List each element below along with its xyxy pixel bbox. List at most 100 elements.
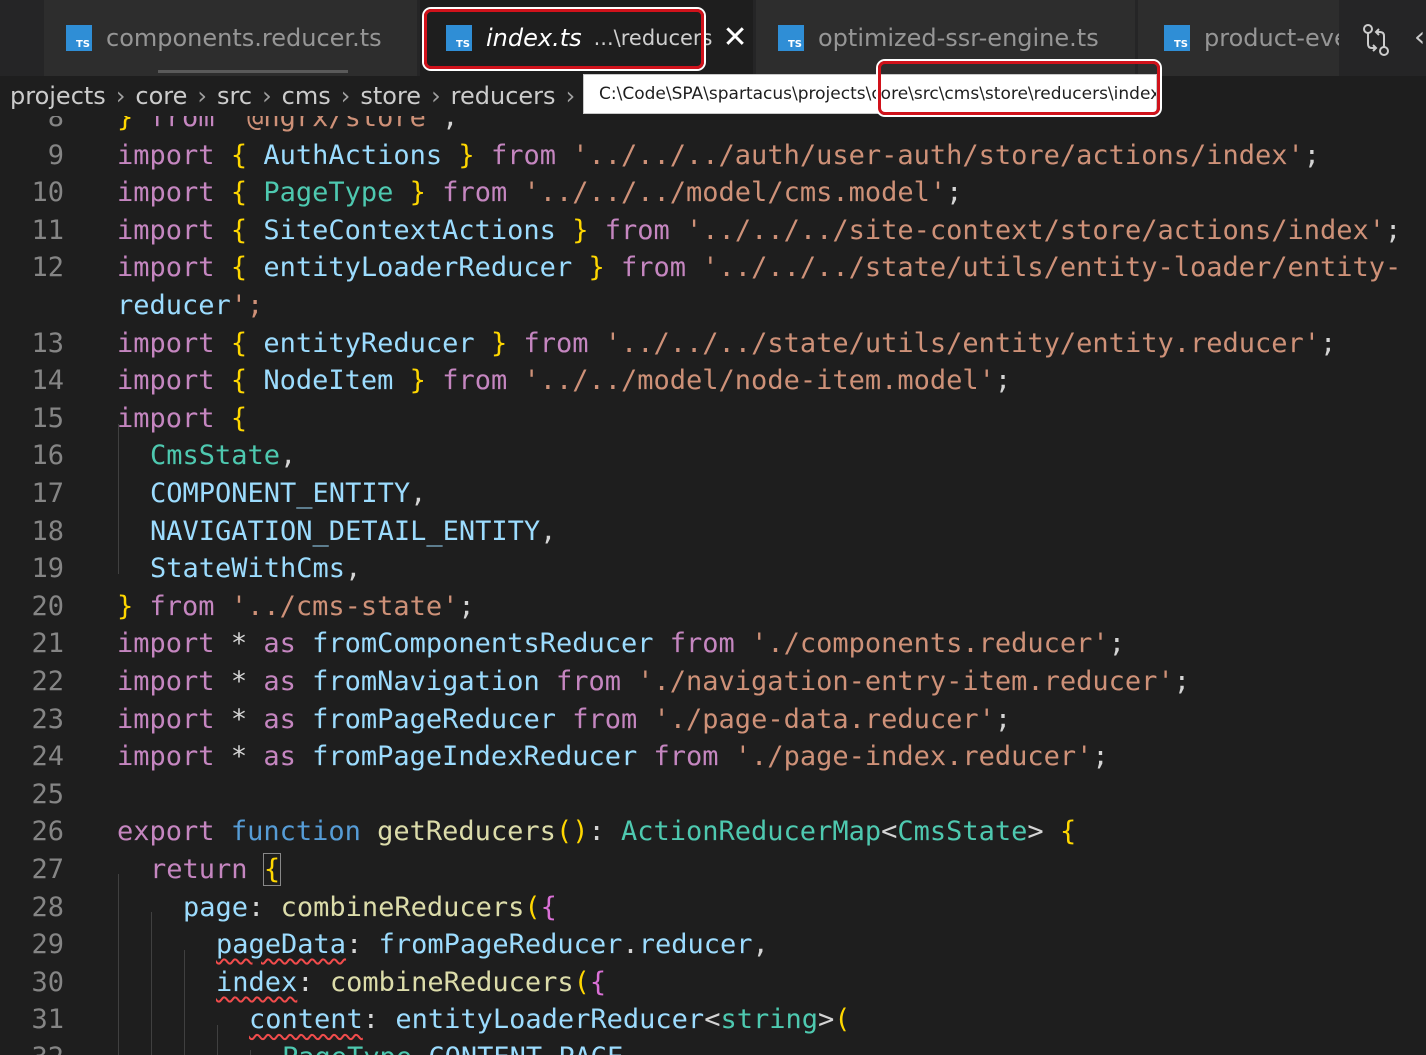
breadcrumb-item[interactable]: reducers: [451, 82, 556, 110]
code-text: export function getReducers(): ActionRed…: [117, 816, 1077, 848]
code-line[interactable]: 14 import { NodeItem } from '../../model/…: [0, 362, 1426, 399]
code-line[interactable]: 13 import { entityReducer } from '../../.…: [0, 325, 1426, 362]
chevron-right-icon: ›: [340, 82, 351, 110]
line-number: 17: [31, 478, 64, 509]
code-text: return {: [150, 853, 282, 886]
line-number: 30: [31, 966, 64, 998]
breadcrumb-item[interactable]: src: [217, 82, 252, 110]
chevron-right-icon: ›: [565, 82, 576, 110]
line-number: 11: [31, 214, 64, 246]
code-line[interactable]: 11 import { SiteContextActions } from '..…: [0, 212, 1426, 249]
code-line[interactable]: 30 index: combineReducers({: [0, 964, 1426, 1001]
tab-label: product-eve: [1204, 24, 1340, 52]
code-line[interactable]: 9 import { AuthActions } from '../../../a…: [0, 137, 1426, 174]
code-line[interactable]: 27 return {: [0, 851, 1426, 888]
code-line[interactable]: 16 CmsState,: [0, 437, 1426, 474]
line-number: 13: [31, 327, 64, 359]
code-text: import * as fromPageReducer from './page…: [117, 703, 1012, 735]
tab-product-events[interactable]: TS product-eve: [1138, 0, 1340, 76]
code-line[interactable]: 23 import * as fromPageReducer from './pa…: [0, 701, 1426, 738]
line-number: 15: [31, 402, 64, 434]
line-number: 14: [31, 365, 64, 397]
code-text: import { SiteContextActions } from '../.…: [117, 214, 1402, 246]
breadcrumb-item[interactable]: store: [360, 82, 421, 110]
code-line[interactable]: 10 import { PageType } from '../../../mod…: [0, 174, 1426, 211]
typescript-file-icon: TS: [1164, 25, 1190, 51]
code-text: import { NodeItem } from '../../model/no…: [117, 365, 1012, 397]
code-line[interactable]: 24 import * as fromPageIndexReducer from …: [0, 738, 1426, 775]
more-tabs-icon[interactable]: ‹: [1414, 20, 1425, 53]
code-line[interactable]: 28 page: combineReducers({: [0, 889, 1426, 926]
code-text: content: entityLoaderReducer<string>(: [249, 1004, 851, 1036]
close-icon[interactable]: ✕: [723, 23, 748, 53]
line-number: 32: [0, 1039, 64, 1055]
line-number: 28: [31, 891, 64, 923]
code-line[interactable]: 32 PageType.CONTENT_PAGE,: [0, 1039, 1426, 1055]
tab-index-ts[interactable]: TS index.ts ...\reducers ✕: [420, 0, 754, 76]
line-number: 19: [31, 553, 64, 585]
breadcrumb-item[interactable]: core: [135, 82, 187, 110]
tab-optimized-ssr-engine[interactable]: TS optimized-ssr-engine.ts: [756, 0, 1136, 76]
code-text: import { PageType } from '../../../model…: [117, 177, 963, 209]
chevron-right-icon: ›: [431, 82, 441, 110]
code-text: index: combineReducers({: [216, 966, 607, 998]
code-line[interactable]: 21 import * as fromComponentsReducer from…: [0, 625, 1426, 662]
line-number: 23: [31, 703, 64, 735]
line-number: 24: [31, 741, 64, 773]
line-number: 16: [31, 440, 64, 472]
tooltip-path-prefix: C:\Code\SPA\spartacus\projects\co: [599, 84, 892, 104]
line-number: 10: [31, 177, 64, 209]
tab-hover-underline: [158, 70, 348, 73]
typescript-file-icon: TS: [446, 25, 472, 51]
code-line[interactable]: reducer';: [0, 287, 1426, 324]
code-line[interactable]: 31 content: entityLoaderReducer<string>(: [0, 1001, 1426, 1038]
line-number: 18: [31, 515, 64, 547]
line-number: 20: [31, 590, 64, 622]
code-text: import {: [117, 402, 248, 434]
code-line[interactable]: 12 import { entityLoaderReducer } from '.…: [0, 249, 1426, 286]
code-line[interactable]: 20} from '../cms-state';: [0, 588, 1426, 625]
code-text: page: combineReducers({: [183, 891, 557, 923]
code-editor[interactable]: 8 } from '@ngrx/store'; 9 import { AuthActi…: [0, 116, 1426, 1055]
typescript-file-icon: TS: [66, 25, 92, 51]
chevron-right-icon: ›: [115, 82, 126, 110]
open-changes-icon[interactable]: [1356, 20, 1396, 60]
breadcrumb-item[interactable]: projects: [10, 82, 106, 110]
code-text: StateWithCms,: [150, 553, 362, 585]
editor-tab-bar: TS components.reducer.ts TS index.ts ...…: [0, 0, 1426, 76]
code-line[interactable]: 19 StateWithCms,: [0, 550, 1426, 587]
breadcrumb-item[interactable]: cms: [282, 82, 331, 110]
code-text: NAVIGATION_DETAIL_ENTITY,: [150, 515, 557, 547]
code-text: import { AuthActions } from '../../../au…: [117, 139, 1321, 171]
code-text: import * as fromPageIndexReducer from '.…: [117, 741, 1109, 773]
line-number: 8: [47, 116, 64, 133]
code-line[interactable]: 29 pageData: fromPageReducer.reducer,: [0, 926, 1426, 963]
line-number: 29: [31, 929, 64, 961]
line-number: 26: [31, 816, 64, 848]
typescript-file-icon: TS: [778, 25, 804, 51]
tab-label: optimized-ssr-engine.ts: [818, 24, 1099, 52]
code-line[interactable]: 17 COMPONENT_ENTITY,: [0, 475, 1426, 512]
line-number: 25: [31, 778, 64, 810]
code-line[interactable]: 15 import {: [0, 400, 1426, 437]
code-line[interactable]: 22 import * as fromNavigation from './nav…: [0, 663, 1426, 700]
code-line[interactable]: 25: [0, 776, 1426, 813]
tooltip-path-highlighted: re\src\cms\store\reducers\index.ts: [891, 84, 1157, 104]
tab-description: ...\reducers: [593, 26, 713, 50]
line-number: 27: [31, 854, 64, 885]
code-text: PageType.CONTENT_PAGE,: [282, 1039, 640, 1055]
code-line[interactable]: 8 } from '@ngrx/store';: [0, 116, 1426, 136]
line-number: 22: [31, 666, 64, 697]
code-line[interactable]: 26 export function getReducers(): ActionR…: [0, 813, 1426, 850]
code-text: COMPONENT_ENTITY,: [150, 478, 427, 509]
line-number: 31: [31, 1004, 64, 1036]
tab-components-reducer[interactable]: TS components.reducer.ts: [44, 0, 418, 76]
code-line[interactable]: 18 NAVIGATION_DETAIL_ENTITY,: [0, 513, 1426, 550]
line-number: 12: [31, 252, 64, 284]
chevron-right-icon: ›: [197, 82, 208, 110]
code-text: reducer';: [117, 290, 264, 321]
line-number: 9: [47, 139, 64, 171]
file-path-tooltip: C:\Code\SPA\spartacus\projects\co re\src\…: [583, 74, 1157, 114]
chevron-right-icon: ›: [262, 82, 272, 110]
code-text: } from '@ngrx/store';: [117, 116, 459, 133]
